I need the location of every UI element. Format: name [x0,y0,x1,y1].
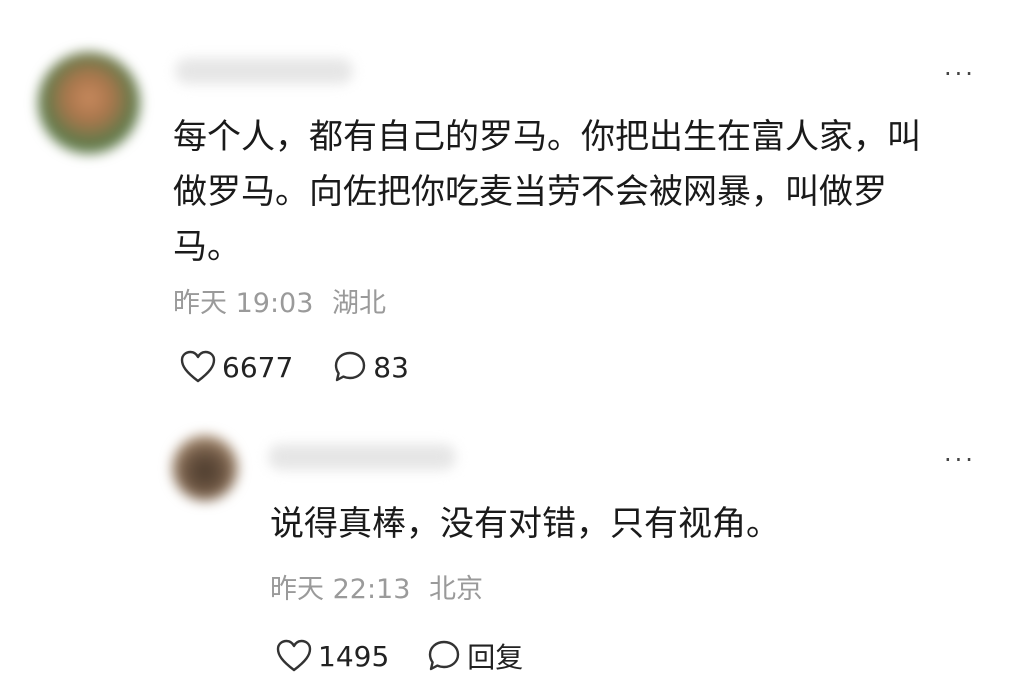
reply-label: 回复 [467,641,524,674]
heart-icon [276,639,312,672]
like-button[interactable]: 1495 [276,639,389,673]
reply-count: 83 [373,350,409,384]
more-options-icon[interactable]: ··· [944,62,976,86]
comment-text-line: 每个人，都有自己的罗马。你把出生在富人家，叫 [173,117,921,157]
speech-bubble-icon [429,640,460,671]
speech-bubble-icon [335,351,366,382]
comment-actions: 6677 83 [180,350,409,384]
reply-button[interactable]: 回复 [427,636,523,676]
ip-location: 湖北 [332,288,386,319]
comment-text-line: 马。 [173,227,241,267]
like-count: 6677 [222,350,294,384]
reply-count-button[interactable]: 83 [333,350,409,384]
avatar[interactable] [38,52,140,154]
reply-actions: 1495 回复 [276,636,523,676]
avatar[interactable] [172,435,238,501]
like-count: 1495 [318,639,390,673]
timestamp: 昨天 19:03 [173,288,314,319]
more-options-icon[interactable]: ··· [944,448,976,472]
reply-text-content: 说得真棒，没有对错，只有视角。 [270,504,780,544]
ip-location: 北京 [429,574,483,605]
username-blurred[interactable] [268,444,456,470]
comment-text: 每个人，都有自己的罗马。你把出生在富人家，叫 做罗马。向佐把你吃麦当劳不会被网暴… [173,110,973,275]
like-button[interactable]: 6677 [180,350,293,384]
username-blurred[interactable] [175,58,353,84]
reply-text: 说得真棒，没有对错，只有视角。 [270,497,780,552]
timestamp: 昨天 22:13 [270,574,411,605]
comment-meta: 昨天 19:03 湖北 [173,290,386,317]
reply-meta: 昨天 22:13 北京 [270,576,483,603]
comment-text-line: 做罗马。向佐把你吃麦当劳不会被网暴，叫做罗 [173,172,887,212]
heart-icon [180,350,216,383]
